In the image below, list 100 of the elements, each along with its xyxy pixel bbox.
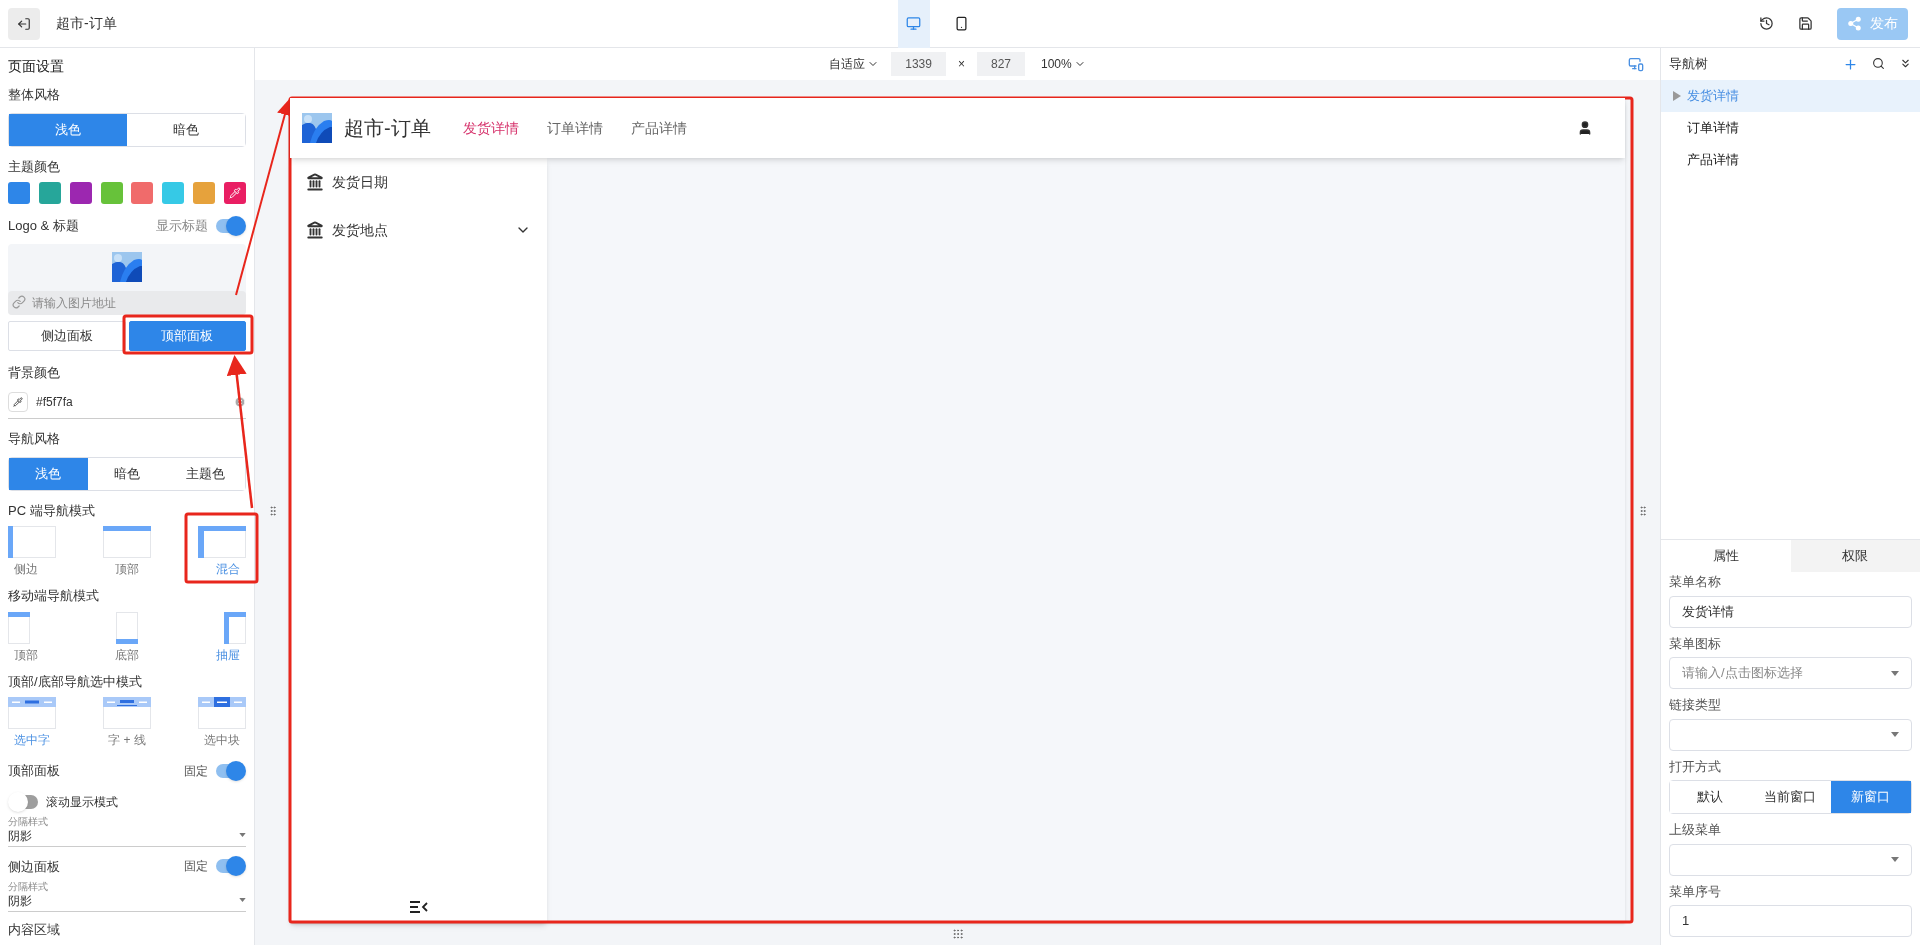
color-swatch[interactable] xyxy=(193,182,216,204)
app-title: 超市-订单 xyxy=(56,14,117,33)
field-label: 背景颜色 xyxy=(8,363,61,382)
segment-option[interactable]: 浅色 xyxy=(9,457,88,490)
tree-item[interactable]: 订单详情 xyxy=(1661,112,1920,144)
resize-handle[interactable] xyxy=(951,928,964,940)
color-swatch[interactable] xyxy=(8,182,30,204)
field-label: 菜单图标 xyxy=(1669,634,1722,653)
field-label: 菜单序号 xyxy=(1669,882,1722,901)
side-nav-item[interactable]: 发货日期 xyxy=(290,158,547,206)
panel-title: 导航树 xyxy=(1669,55,1709,74)
color-swatch[interactable] xyxy=(223,182,246,204)
field-label: 导航风格 xyxy=(8,430,61,448)
toggle-switch[interactable] xyxy=(216,763,244,778)
field-label: 主题颜色 xyxy=(8,157,61,176)
zoom-select[interactable]: 100% xyxy=(1041,55,1086,73)
layout-option[interactable]: 抽屉 xyxy=(186,611,246,664)
dropdown-icon xyxy=(239,898,246,902)
color-swatch[interactable] xyxy=(69,182,92,204)
bank-icon xyxy=(306,173,324,191)
collapse-menu-icon[interactable] xyxy=(409,901,428,913)
image-url-field[interactable]: 请输入图片地址 xyxy=(8,290,246,315)
nav-tab[interactable]: 订单详情 xyxy=(534,117,615,139)
toggle-label: 显示标题 xyxy=(156,217,208,235)
layout-thumbnail xyxy=(116,611,138,644)
bank-icon xyxy=(306,221,324,239)
nav-tab[interactable]: 发货详情 xyxy=(450,117,531,139)
expand-icon[interactable] xyxy=(1673,91,1681,101)
monitor-icon xyxy=(906,16,922,31)
toggle-label: 滚动显示模式 xyxy=(46,793,118,811)
layout-option[interactable]: 顶部 xyxy=(97,526,157,578)
save-icon[interactable] xyxy=(1798,16,1813,31)
height-field[interactable]: 827 xyxy=(977,52,1025,76)
nav-tab[interactable]: 产品详情 xyxy=(618,117,699,139)
exit-button[interactable] xyxy=(8,7,40,40)
layout-option[interactable]: 选中块 xyxy=(186,697,246,749)
layout-option[interactable]: 顶部 xyxy=(8,611,68,664)
panel-tab[interactable]: 侧边面板 xyxy=(8,320,126,351)
field-label: 菜单名称 xyxy=(1669,573,1722,591)
tree-item[interactable]: 产品详情 xyxy=(1661,144,1920,176)
dropdown-icon xyxy=(239,832,246,837)
field-label: 顶部面板 xyxy=(8,762,60,780)
toggle-label: 固定 xyxy=(184,858,208,876)
toggle-switch[interactable] xyxy=(10,794,38,809)
layout-thumbnail xyxy=(103,697,151,729)
menu-order-field[interactable]: 1 xyxy=(1669,905,1912,937)
dropdown-icon xyxy=(1891,670,1899,676)
responsive-icon[interactable] xyxy=(1628,56,1644,72)
field-label: 整体风格 xyxy=(8,86,61,104)
width-field[interactable]: 1339 xyxy=(891,52,946,76)
layout-thumbnail xyxy=(198,526,246,558)
toggle-switch[interactable] xyxy=(216,859,244,874)
layout-option[interactable]: 侧边 xyxy=(8,526,68,578)
smartphone-icon xyxy=(954,16,970,31)
dropdown-icon xyxy=(1891,732,1899,737)
layout-option[interactable]: 混合 xyxy=(186,526,246,578)
side-nav-item[interactable]: 发货地点 xyxy=(290,206,547,254)
layout-thumbnail xyxy=(8,526,56,558)
history-icon[interactable] xyxy=(1759,16,1774,31)
property-tab[interactable]: 权限 xyxy=(1790,540,1920,572)
color-swatch[interactable] xyxy=(100,182,123,204)
color-swatch[interactable] xyxy=(162,182,185,204)
search-icon[interactable] xyxy=(1872,56,1885,70)
user-icon[interactable] xyxy=(1577,120,1593,136)
field-label: 顶部/底部导航选中模式 xyxy=(8,672,143,691)
mode-select[interactable]: 自适应 xyxy=(829,55,880,73)
toggle-switch[interactable] xyxy=(216,218,244,233)
layout-thumbnail xyxy=(103,526,151,558)
select-field[interactable] xyxy=(1669,718,1912,751)
eyedropper-icon xyxy=(228,187,241,199)
field-label: PC 端导航模式 xyxy=(8,501,96,520)
panel-tab[interactable]: 顶部面板 xyxy=(128,320,246,351)
field-label: 打开方式 xyxy=(1669,757,1722,776)
clear-icon[interactable] xyxy=(234,396,246,408)
layout-option[interactable]: 底部 xyxy=(97,611,157,664)
color-swatch[interactable] xyxy=(38,182,61,204)
divider-select[interactable]: 分隔样式 阴影 xyxy=(8,814,246,847)
field-label: 内容区域 xyxy=(8,921,61,939)
menu-name-field[interactable]: 发货详情 xyxy=(1669,595,1912,628)
segment-option[interactable]: 新窗口 xyxy=(1830,781,1911,813)
layout-thumbnail xyxy=(224,611,246,644)
field-label: 移动端导航模式 xyxy=(8,587,100,605)
field-label: 侧边面板 xyxy=(8,857,60,876)
color-swatch[interactable] xyxy=(131,182,154,204)
select-field[interactable]: 请输入/点击图标选择 xyxy=(1669,657,1912,689)
color-value: #f5f7fa xyxy=(36,394,74,411)
layout-option[interactable]: 选中字 xyxy=(8,697,68,749)
layout-option[interactable]: 字 + 线 xyxy=(97,697,157,749)
layout-thumbnail xyxy=(198,697,246,729)
eyedropper-button[interactable] xyxy=(8,392,28,412)
preview-title: 超市-订单 xyxy=(344,116,431,141)
add-icon[interactable] xyxy=(1843,56,1858,72)
select-field[interactable] xyxy=(1669,843,1912,876)
segment-option[interactable]: 浅色 xyxy=(9,113,127,146)
divider-select[interactable]: 分隔样式 阴影 xyxy=(8,880,246,912)
layout-thumbnail xyxy=(8,611,30,644)
eyedropper-icon xyxy=(13,397,23,407)
toggle-label: 固定 xyxy=(184,762,208,780)
device-button[interactable] xyxy=(897,0,930,48)
field-label: Logo & 标题 xyxy=(8,217,79,235)
